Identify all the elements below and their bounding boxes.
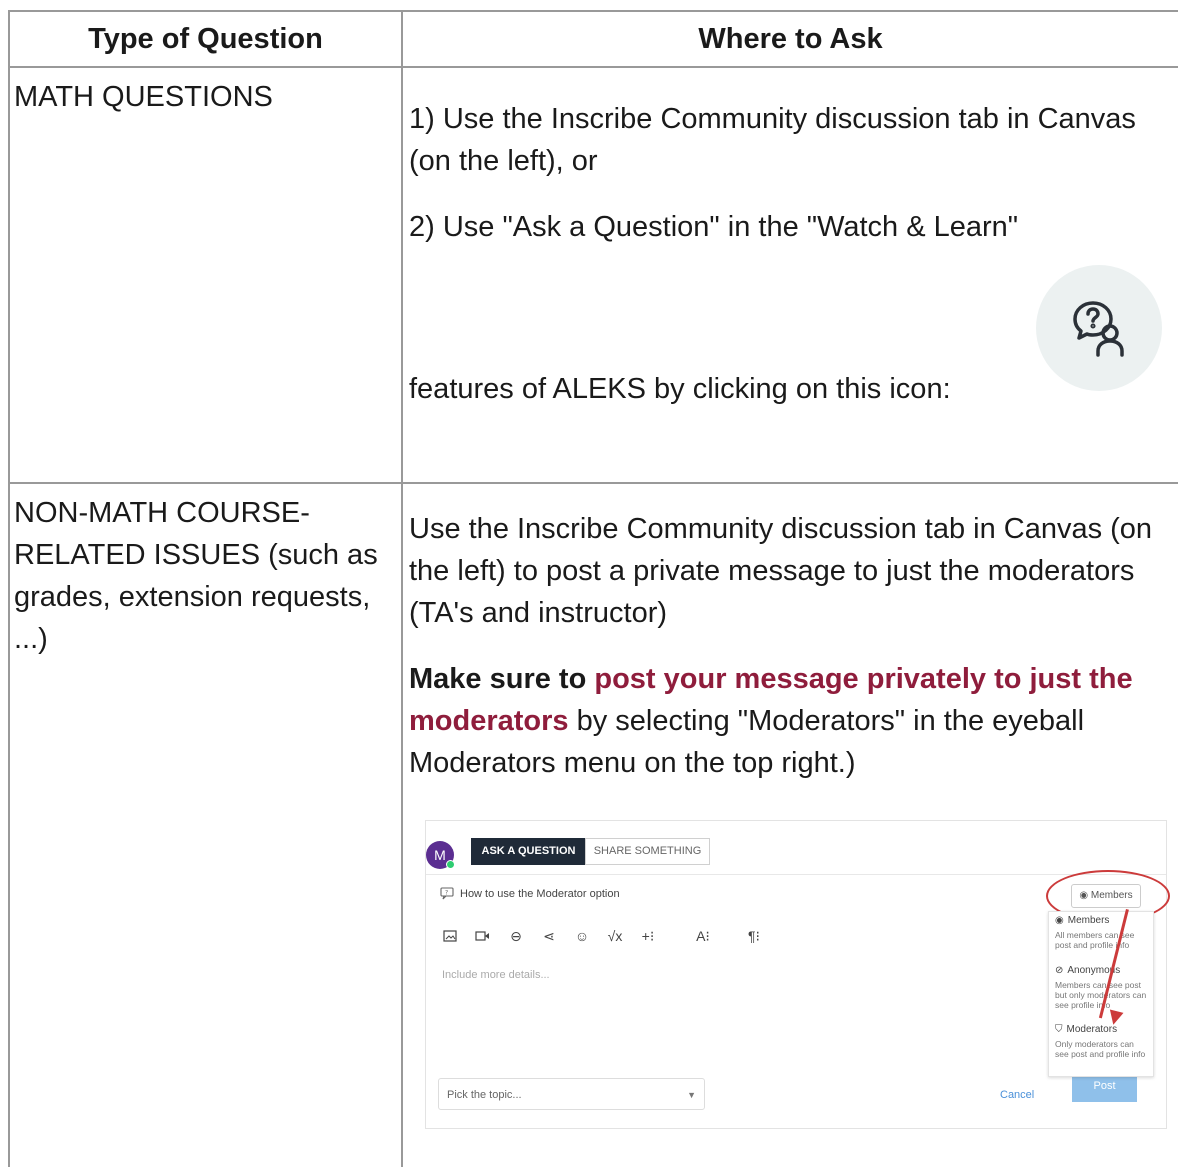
table-row-nonmath: NON-MATH COURSE-RELATED ISSUES (such as … [8,482,1178,1167]
link-icon[interactable]: ⊖ [506,927,526,945]
font-size-icon[interactable]: A⁝ [693,927,713,945]
warning-lead: Make sure to [409,663,587,695]
nonmath-type-cell: NON-MATH COURSE-RELATED ISSUES (such as … [8,482,403,1167]
insert-icon[interactable]: +⁝ [638,927,658,945]
tab-share-something[interactable]: SHARE SOMETHING [585,838,710,865]
eye-icon: ◉ [1055,915,1064,926]
nonmath-instruction: Use the Inscribe Community discussion ta… [409,513,1153,629]
question-icon: ? [440,887,454,904]
option-members[interactable]: ◉ Members [1055,916,1109,926]
topic-select[interactable]: Pick the topic... ▼ [438,1078,705,1110]
math-where-cell: 1) Use the Inscribe Community discussion… [401,66,1178,484]
question-people-icon[interactable] [1036,265,1162,391]
visibility-dropdown: ◉ Members All members can see post and pr… [1048,911,1154,1077]
post-button[interactable]: Post [1072,1076,1137,1102]
math-type-cell: MATH QUESTIONS [8,66,403,484]
math-instruction-1: 1) Use the Inscribe Community discussion… [409,103,1136,177]
option-moderators[interactable]: ⛉ Moderators [1055,1025,1117,1035]
share-icon[interactable]: ⋖ [539,927,559,945]
editor-toolbar: ⊖ ⋖ ☺ √x +⁝ A⁝ ¶⁝ [440,927,764,945]
paragraph-icon[interactable]: ¶⁝ [744,927,764,945]
formula-icon[interactable]: √x [605,927,625,945]
tab-ask-a-question[interactable]: ASK A QUESTION [471,838,586,865]
details-input[interactable]: Include more details... [442,968,550,982]
nonmath-where-cell: Use the Inscribe Community discussion ta… [401,482,1178,1167]
table-row-math: MATH QUESTIONS 1) Use the Inscribe Commu… [8,66,1178,484]
nonmath-type-label: NON-MATH COURSE-RELATED ISSUES (such as … [14,497,378,655]
avatar: M [426,841,455,869]
anonymous-icon: ⊘ [1055,965,1064,976]
emoji-icon[interactable]: ☺ [572,927,592,945]
video-icon[interactable] [473,927,493,945]
math-type-label: MATH QUESTIONS [14,81,273,113]
header-where-to-ask: Where to Ask [401,10,1178,68]
cancel-button[interactable]: Cancel [1000,1088,1034,1102]
question-routing-table: Type of Question Where to Ask MATH QUEST… [8,10,1178,1167]
table-header-row: Type of Question Where to Ask [8,10,1178,68]
shield-icon: ⛉ [1055,1024,1063,1035]
header-type-of-question: Type of Question [8,10,403,68]
embedded-screenshot: M ASK A QUESTION SHARE SOMETHING ? How t… [425,820,1170,1129]
image-icon[interactable] [440,927,460,945]
question-title-input[interactable]: How to use the Moderator option [460,887,620,901]
svg-text:?: ? [445,890,448,897]
nonmath-warning: Make sure to post your message privately… [409,658,1178,784]
chevron-down-icon: ▼ [687,1090,696,1100]
math-instruction-2: 2) Use "Ask a Question" in the "Watch & … [409,211,1019,243]
